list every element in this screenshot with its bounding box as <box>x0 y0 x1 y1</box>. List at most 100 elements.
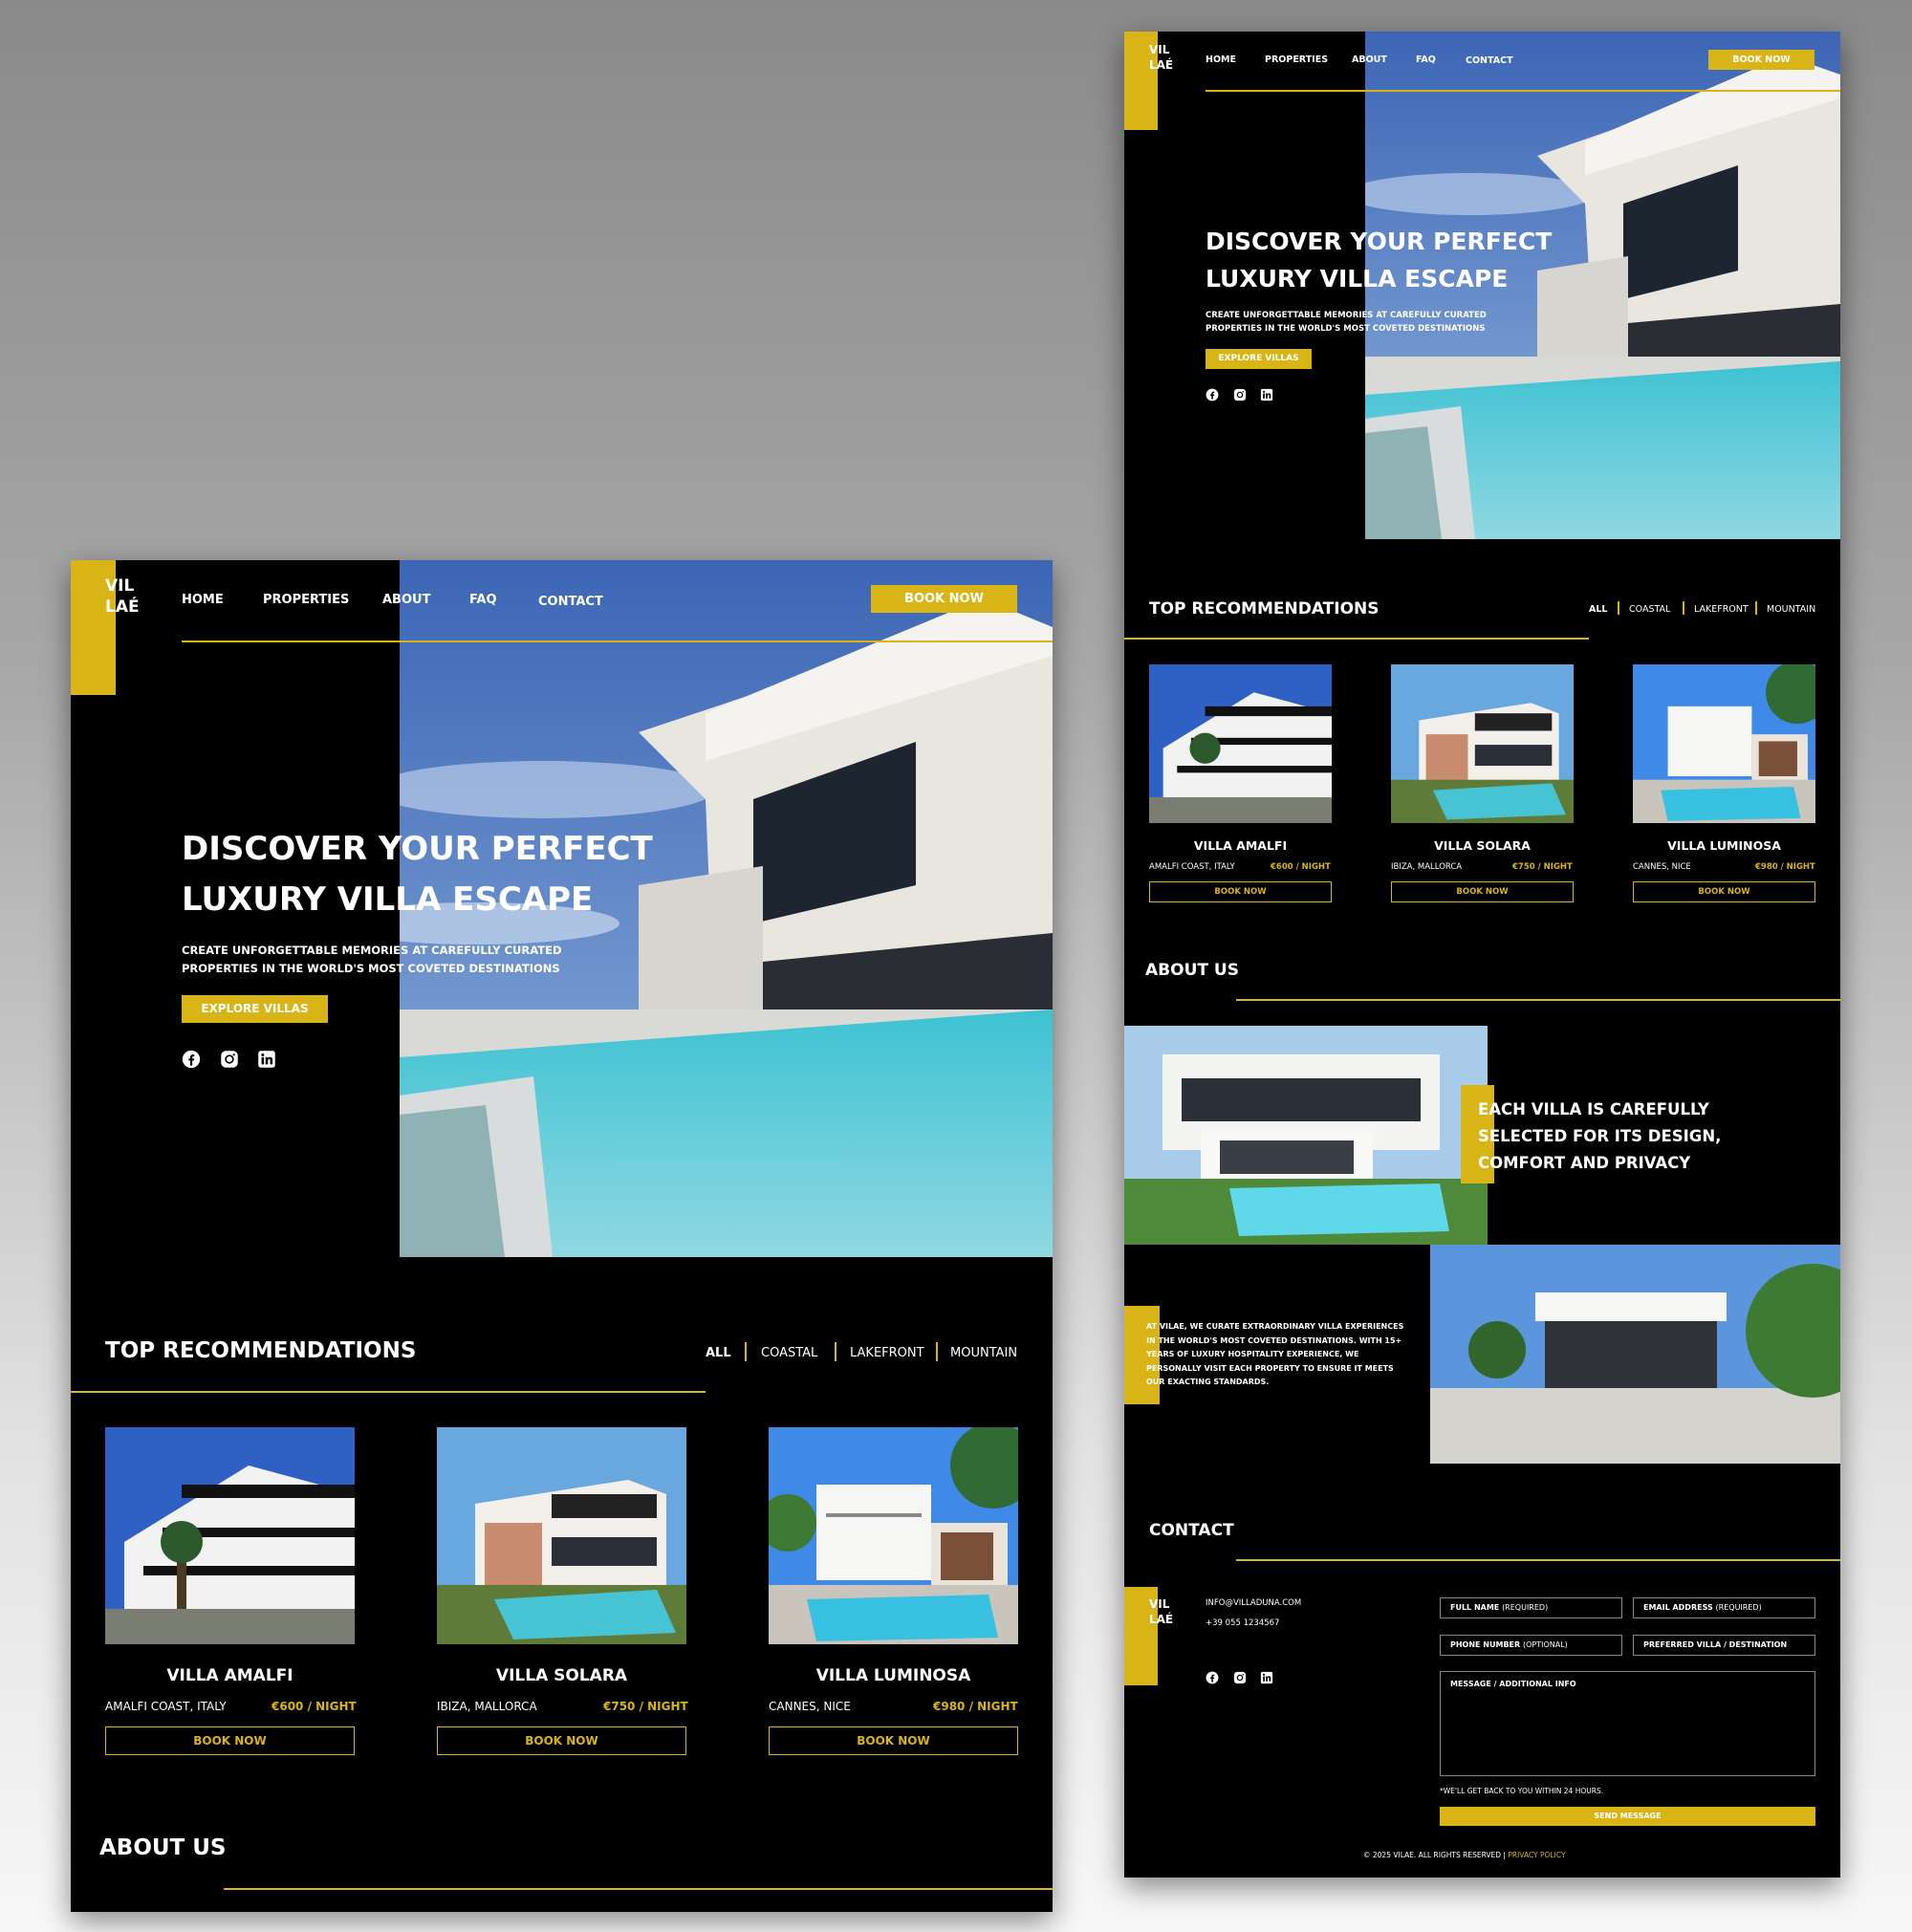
villa-location: IBIZA, MALLORCA <box>1391 862 1463 872</box>
villa-card-image[interactable] <box>769 1427 1018 1644</box>
facebook-icon[interactable] <box>182 1050 201 1069</box>
section-underline <box>1236 999 1840 1001</box>
filter-lakefront[interactable]: LAKEFRONT <box>850 1346 924 1360</box>
contact-email[interactable]: INFO@VILLADUNA.COM <box>1206 1598 1301 1608</box>
nav-home[interactable]: HOME <box>182 593 224 607</box>
book-now-button[interactable]: BOOK NOW <box>1708 50 1814 70</box>
filter-mountain[interactable]: MOUNTAIN <box>1767 604 1815 615</box>
footer-copyright: © 2025 VILAE. ALL RIGHTS RESERVED | PRIV… <box>1363 1851 1566 1859</box>
hero-title: DISCOVER YOUR PERFECT LUXURY VILLA ESCAPE <box>1206 228 1553 293</box>
nav-properties[interactable]: PROPERTIES <box>1265 54 1328 65</box>
villa-card-image[interactable] <box>1149 664 1332 823</box>
section-underline <box>1124 638 1589 640</box>
nav-properties[interactable]: PROPERTIES <box>263 593 349 607</box>
brand-logo[interactable]: VIL LAÉ <box>105 575 140 618</box>
villa-destination-field[interactable]: PREFERRED VILLA / DESTINATION <box>1633 1635 1815 1656</box>
villa-location: IBIZA, MALLORCA <box>437 1700 537 1713</box>
nav-contact[interactable]: CONTACT <box>538 595 603 609</box>
villa-card-image[interactable] <box>437 1427 686 1644</box>
filter-mountain[interactable]: MOUNTAIN <box>950 1346 1017 1360</box>
nav-underline <box>1206 90 1840 92</box>
filter-separator <box>835 1342 836 1361</box>
section-title-about: ABOUT US <box>1145 961 1239 980</box>
desktop-mockup-small: VIL LAÉ HOME PROPERTIES ABOUT FAQ CONTACT… <box>1124 32 1840 1878</box>
villa-name: VILLA AMALFI <box>1193 838 1288 853</box>
villa-price: €750 / NIGHT <box>603 1700 688 1713</box>
book-now-button[interactable]: BOOK NOW <box>871 585 1017 613</box>
full-name-field[interactable]: FULL NAME (REQUIRED) <box>1440 1597 1622 1618</box>
response-note: *WE'LL GET BACK TO YOU WITHIN 24 HOURS. <box>1440 1787 1604 1795</box>
explore-villas-button[interactable]: EXPLORE VILLAS <box>1206 349 1312 369</box>
explore-villas-button[interactable]: EXPLORE VILLAS <box>182 995 328 1023</box>
villa-location: CANNES, NICE <box>769 1700 851 1713</box>
section-title-about: ABOUT US <box>99 1835 227 1860</box>
hero-subtitle: CREATE UNFORGETTABLE MEMORIES AT CAREFUL… <box>1206 311 1487 334</box>
facebook-icon[interactable] <box>1206 388 1219 402</box>
villa-name: VILLA SOLARA <box>495 1666 628 1685</box>
filter-all[interactable]: ALL <box>706 1346 731 1360</box>
email-field[interactable]: EMAIL ADDRESS (REQUIRED) <box>1633 1597 1815 1618</box>
send-message-button[interactable]: SEND MESSAGE <box>1440 1807 1815 1826</box>
instagram-icon[interactable] <box>220 1050 239 1069</box>
filter-separator <box>1683 601 1684 615</box>
phone-field[interactable]: PHONE NUMBER (OPTIONAL) <box>1440 1635 1622 1656</box>
instagram-icon[interactable] <box>1233 388 1247 402</box>
filter-separator <box>1618 601 1619 615</box>
filter-separator <box>936 1342 938 1361</box>
contact-phone[interactable]: +39 055 1234567 <box>1206 1618 1279 1628</box>
villa-price: €750 / NIGHT <box>1512 862 1573 872</box>
villa-location: AMALFI COAST, ITALY <box>105 1700 227 1713</box>
filter-coastal[interactable]: COASTAL <box>1629 604 1670 615</box>
about-body: AT VILAE, WE CURATE EXTRAORDINARY VILLA … <box>1146 1322 1404 1386</box>
villa-location: CANNES, NICE <box>1633 862 1691 872</box>
villa-price: €600 / NIGHT <box>272 1700 357 1713</box>
filter-separator <box>1755 601 1757 615</box>
linkedin-icon[interactable] <box>1260 1671 1273 1684</box>
section-underline <box>1236 1559 1840 1561</box>
nav-underline <box>182 640 1053 642</box>
villa-location: AMALFI COAST, ITALY <box>1149 862 1235 872</box>
about-image-2 <box>1430 1245 1840 1464</box>
villa-price: €980 / NIGHT <box>933 1700 1018 1713</box>
section-title-recommendations: TOP RECOMMENDATIONS <box>105 1338 417 1363</box>
villa-book-button[interactable]: BOOK NOW <box>769 1726 1018 1755</box>
desktop-mockup-large: VIL LAÉ HOME PROPERTIES ABOUT FAQ CONTACT… <box>71 560 1053 1912</box>
linkedin-icon[interactable] <box>1260 388 1273 402</box>
hero-subtitle: CREATE UNFORGETTABLE MEMORIES AT CAREFUL… <box>182 944 562 975</box>
villa-card-image[interactable] <box>105 1427 355 1644</box>
nav-faq[interactable]: FAQ <box>469 593 497 607</box>
villa-name: VILLA LUMINOSA <box>1667 838 1781 853</box>
villa-name: VILLA LUMINOSA <box>815 1666 971 1685</box>
villa-book-button[interactable]: BOOK NOW <box>1149 881 1332 902</box>
nav-contact[interactable]: CONTACT <box>1466 55 1513 66</box>
about-image-1 <box>1124 1026 1488 1245</box>
section-title-recommendations: TOP RECOMMENDATIONS <box>1149 599 1380 619</box>
filter-all[interactable]: ALL <box>1589 604 1607 615</box>
filter-separator <box>745 1342 747 1361</box>
section-title-contact: CONTACT <box>1149 1521 1234 1540</box>
footer-logo[interactable]: VIL LAÉ <box>1149 1597 1173 1627</box>
villa-price: €600 / NIGHT <box>1271 862 1331 872</box>
villa-book-button[interactable]: BOOK NOW <box>1633 881 1815 902</box>
about-headline: EACH VILLA IS CAREFULLY SELECTED FOR ITS … <box>1478 1100 1722 1172</box>
nav-about[interactable]: ABOUT <box>382 593 430 607</box>
section-underline <box>71 1391 706 1393</box>
filter-lakefront[interactable]: LAKEFRONT <box>1694 604 1749 615</box>
message-field[interactable]: MESSAGE / ADDITIONAL INFO <box>1440 1671 1815 1776</box>
nav-faq[interactable]: FAQ <box>1416 54 1436 65</box>
linkedin-icon[interactable] <box>257 1050 276 1069</box>
filter-coastal[interactable]: COASTAL <box>761 1346 817 1360</box>
villa-book-button[interactable]: BOOK NOW <box>1391 881 1574 902</box>
villa-card-image[interactable] <box>1391 664 1574 823</box>
villa-price: €980 / NIGHT <box>1755 862 1815 872</box>
nav-home[interactable]: HOME <box>1206 54 1236 65</box>
privacy-policy-link[interactable]: PRIVACY POLICY <box>1508 1851 1565 1859</box>
nav-about[interactable]: ABOUT <box>1352 54 1387 65</box>
villa-book-button[interactable]: BOOK NOW <box>437 1726 686 1755</box>
instagram-icon[interactable] <box>1233 1671 1247 1684</box>
villa-card-image[interactable] <box>1633 664 1815 823</box>
villa-book-button[interactable]: BOOK NOW <box>105 1726 355 1755</box>
brand-logo[interactable]: VIL LAÉ <box>1149 43 1173 73</box>
facebook-icon[interactable] <box>1206 1671 1219 1684</box>
section-underline <box>224 1888 1053 1890</box>
